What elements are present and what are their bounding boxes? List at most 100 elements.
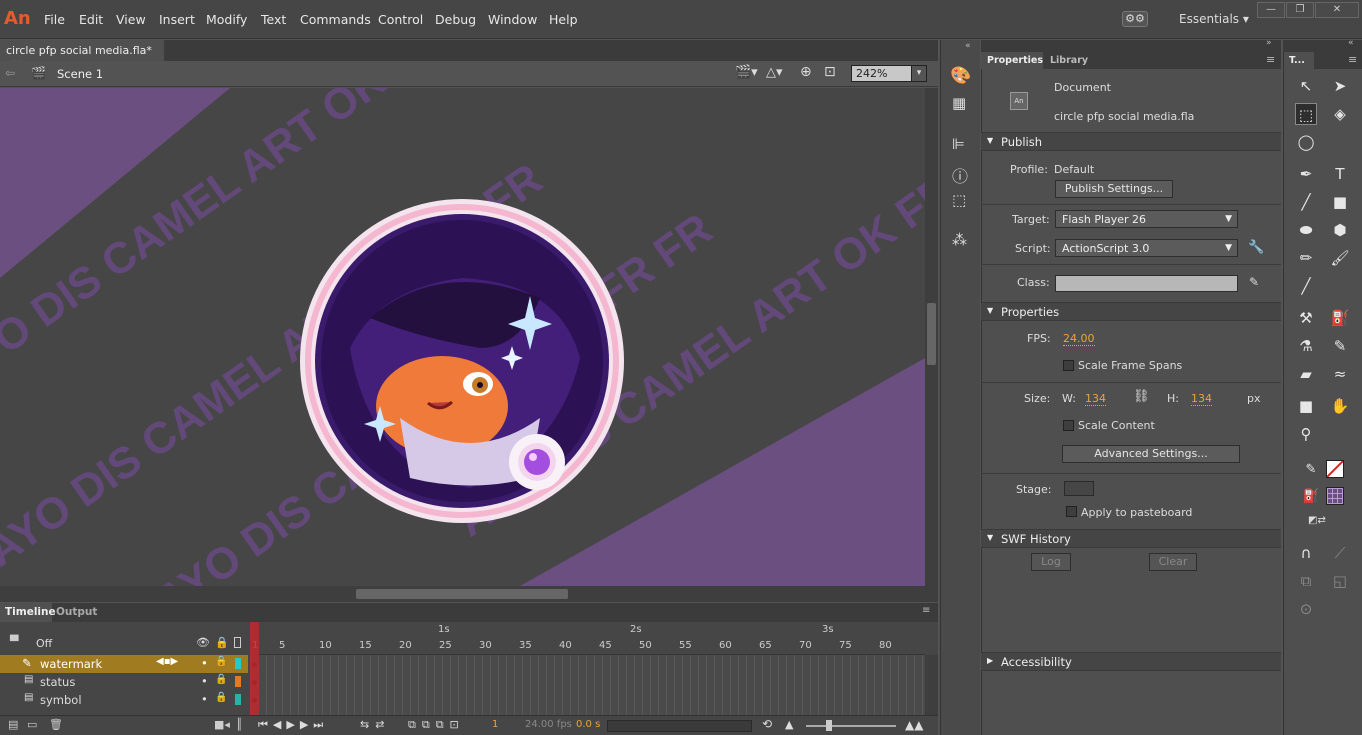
delete-layer-icon[interactable]: 🗑 (49, 718, 63, 731)
expand-arrows-icon[interactable]: » (1266, 38, 1272, 48)
elapsed-time[interactable]: 0.0 s (576, 719, 600, 730)
class-field[interactable] (1055, 275, 1238, 292)
loop-controls[interactable]: ⇆⇄ (360, 718, 390, 731)
collapse-arrows-icon[interactable]: « (1348, 38, 1354, 48)
paint-bucket-tool-icon[interactable]: ⛽ (1329, 307, 1351, 329)
selection-tool-icon[interactable]: ↖ (1295, 75, 1317, 97)
panel-menu-icon[interactable]: ≡ (1348, 53, 1357, 66)
layer-outline-color[interactable] (235, 676, 241, 687)
lock-all-icon[interactable]: 🔒 (215, 636, 229, 649)
brush-tool-icon[interactable]: ╱ (1295, 275, 1317, 297)
motion-presets-icon[interactable]: ⁂ (952, 231, 967, 249)
scene-name[interactable]: Scene 1 (57, 67, 103, 81)
playback-controls[interactable]: ⏮◀▶▶⏭ (258, 718, 328, 732)
frame-ruler[interactable]: 151015202530354045505560657075801s2s3s (250, 622, 925, 655)
edit-scene-icon[interactable]: 🎬▾ (735, 65, 758, 80)
link-constrain-icon[interactable]: ⛓ (1133, 389, 1150, 404)
camera-off-label[interactable]: Off (36, 637, 52, 650)
menu-control[interactable]: Control (378, 12, 423, 27)
visible-dot-icon[interactable]: • (201, 656, 208, 670)
ink-bottle-tool-icon[interactable]: ⚗ (1295, 335, 1317, 357)
publish-settings-button[interactable]: Publish Settings... (1055, 180, 1173, 198)
tab-properties[interactable]: Properties (981, 52, 1043, 69)
panel-menu-icon[interactable]: ≡ (922, 605, 930, 616)
scale-content-checkbox[interactable] (1063, 420, 1074, 431)
menu-window[interactable]: Window (488, 12, 537, 27)
fps-value[interactable]: 24.00 (1063, 332, 1095, 346)
tab-library[interactable]: Library (1050, 55, 1088, 66)
outline-all-icon[interactable] (234, 637, 241, 648)
zoom-in-icon[interactable]: ▲▲ (905, 718, 923, 732)
menu-debug[interactable]: Debug (435, 12, 476, 27)
stage-canvas[interactable]: AYO DIS CAMEL ART OK FR FR AYO DIS CAMEL… (0, 88, 925, 586)
swap-colors-icon[interactable]: ◩⇄ (1308, 515, 1326, 526)
tab-timeline[interactable]: Timeline (0, 603, 56, 622)
stage-color-swatch[interactable] (1064, 481, 1094, 496)
hand-tool-icon[interactable]: ✋ (1329, 395, 1351, 417)
pen-tool-icon[interactable]: ✒ (1295, 163, 1317, 185)
scale-option-icon[interactable]: ⊙ (1295, 598, 1317, 620)
new-layer-icon[interactable]: ▤ (8, 718, 18, 731)
apply-pasteboard-checkbox[interactable] (1066, 506, 1077, 517)
transform-icon[interactable]: ⬚ (952, 191, 966, 209)
frame-rate[interactable]: 24.00 fps (525, 719, 572, 730)
close-window-button[interactable]: ✕ (1315, 2, 1359, 18)
lock-icon[interactable]: 🔒 (215, 692, 227, 703)
eraser-tool-icon[interactable]: ▰ (1295, 363, 1317, 385)
accessibility-section-header[interactable]: ▶ Accessibility (981, 652, 1281, 671)
bone-tool-icon[interactable]: ⚒ (1295, 307, 1317, 329)
menu-help[interactable]: Help (549, 12, 578, 27)
info-icon[interactable]: ⓘ (952, 163, 968, 187)
swatches-icon[interactable]: ▦ (952, 94, 966, 112)
edit-symbols-icon[interactable]: △▾ (766, 65, 783, 80)
rotate-skew-icon[interactable]: ◱ (1329, 570, 1351, 592)
playhead[interactable] (250, 622, 259, 715)
visible-dot-icon[interactable]: • (201, 692, 208, 706)
lock-icon[interactable]: 🔒 (215, 656, 227, 667)
layer-nav-arrows-icon[interactable]: ◀▪▶ (156, 656, 178, 667)
minimize-button[interactable]: — (1257, 2, 1285, 18)
horizontal-scroll-thumb[interactable] (356, 589, 568, 599)
layer-outline-color[interactable] (235, 658, 241, 669)
target-select[interactable]: Flash Player 26 ▼ (1055, 210, 1238, 228)
frame-size-handle[interactable] (826, 720, 832, 731)
onion-controls[interactable]: ⧉⧉⧉⊡ (408, 718, 465, 732)
camera-tool-icon[interactable]: ■ (1295, 395, 1317, 417)
zoom-tool-icon[interactable]: ⚲ (1295, 423, 1317, 445)
log-button[interactable]: Log (1031, 553, 1071, 571)
current-frame[interactable]: 1 (492, 719, 498, 730)
fill-color-swatch[interactable] (1326, 487, 1344, 505)
zoom-dropdown-icon[interactable]: ▾ (911, 65, 927, 82)
clear-button[interactable]: Clear (1149, 553, 1197, 571)
menu-modify[interactable]: Modify (206, 12, 247, 27)
width-tool-icon[interactable]: ≈ (1329, 363, 1351, 385)
oval-tool-icon[interactable]: ⬬ (1295, 219, 1317, 241)
subselection-tool-icon[interactable]: ➤ (1329, 75, 1351, 97)
color-panel-icon[interactable]: 🎨 (950, 66, 971, 86)
tab-tools[interactable]: T... (1284, 52, 1314, 69)
back-arrow-icon[interactable]: ⇦ (5, 66, 15, 80)
menu-insert[interactable]: Insert (159, 12, 195, 27)
menu-file[interactable]: File (44, 12, 65, 27)
eyedropper-tool-icon[interactable]: ✎ (1329, 335, 1351, 357)
vertical-scroll-thumb[interactable] (927, 303, 936, 365)
document-tab[interactable]: circle pfp social media.fla* × (0, 40, 164, 70)
frames-area[interactable]: 151015202530354045505560657075801s2s3s (250, 622, 925, 715)
new-folder-icon[interactable]: ▭ (27, 718, 37, 731)
pencil-tool-icon[interactable]: ✏ (1295, 247, 1317, 269)
menu-commands[interactable]: Commands (300, 12, 371, 27)
menu-view[interactable]: View (116, 12, 146, 27)
free-transform-tool-icon[interactable]: ⬚ (1295, 103, 1317, 125)
polystar-tool-icon[interactable]: ⬢ (1329, 219, 1351, 241)
properties-section-header[interactable]: ▼ Properties (981, 302, 1281, 321)
advanced-settings-button[interactable]: Advanced Settings... (1062, 445, 1240, 463)
timeline-hscroll[interactable] (607, 720, 752, 732)
publish-section-header[interactable]: ▼ Publish (981, 132, 1281, 151)
stroke-color-swatch[interactable] (1326, 460, 1344, 478)
3d-rotation-tool-icon[interactable]: ◈ (1329, 103, 1351, 125)
menu-text[interactable]: Text (261, 12, 286, 27)
layer-outline-color[interactable] (235, 694, 241, 705)
clip-content-icon[interactable]: ⊡ (824, 64, 836, 80)
scale-frame-spans-checkbox[interactable] (1063, 360, 1074, 371)
line-tool-icon[interactable]: ╱ (1295, 191, 1317, 213)
